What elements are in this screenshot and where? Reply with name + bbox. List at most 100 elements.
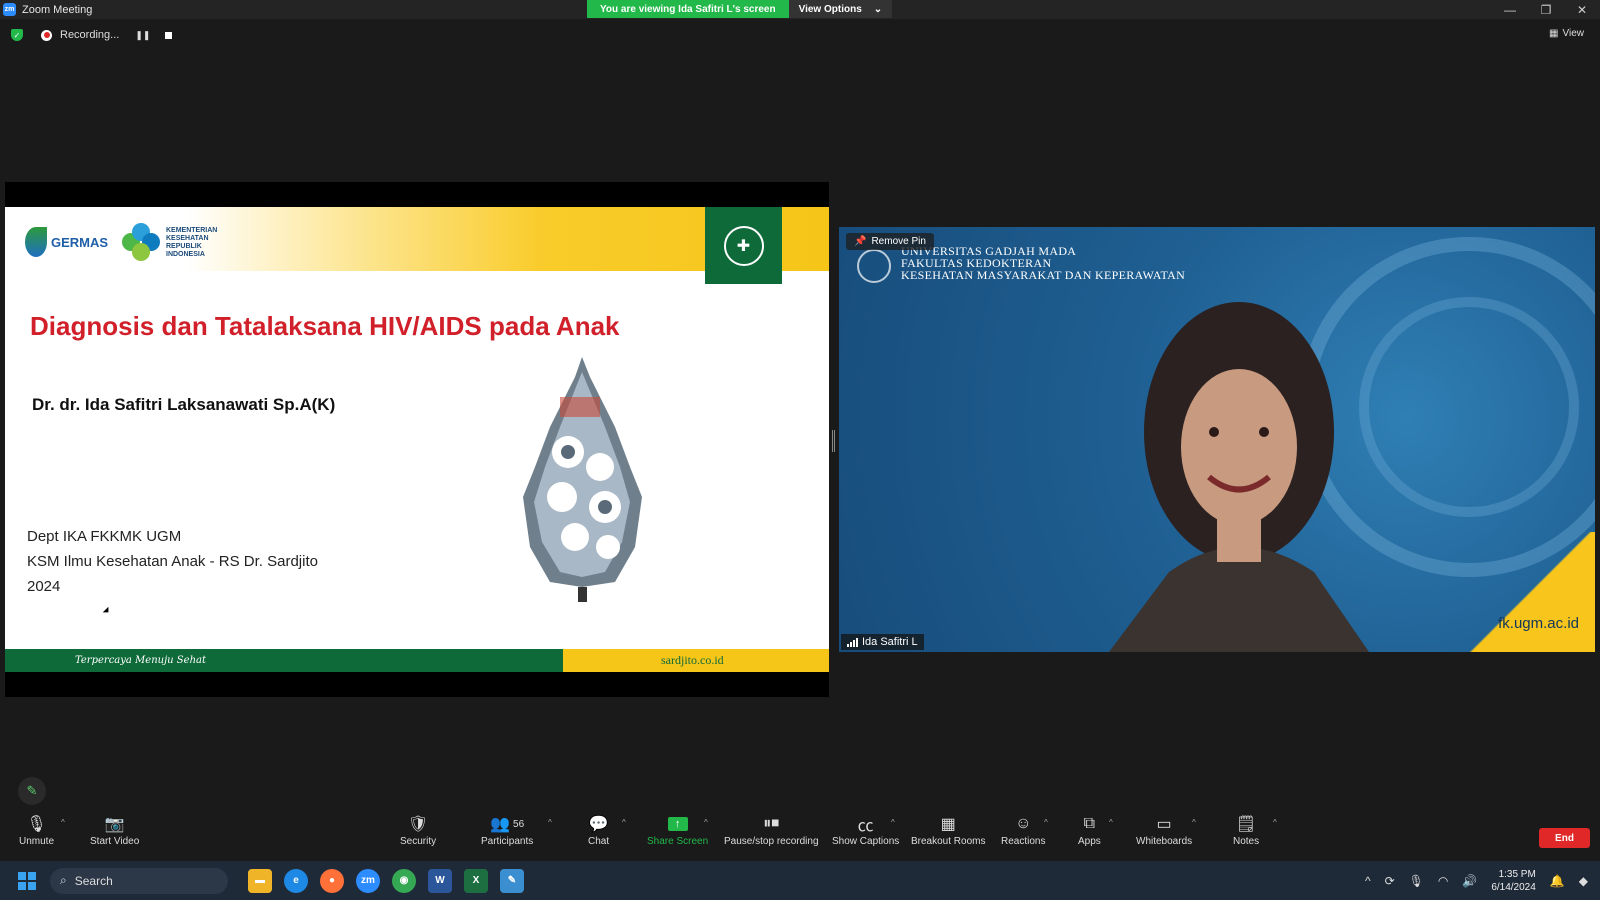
sardjito-logo: ✚ (705, 207, 782, 284)
panel-resize-handle[interactable] (832, 430, 835, 452)
edge-icon[interactable]: e (284, 868, 308, 893)
slide-footer-tagline: Terpercaya Menuju Sehat (5, 649, 563, 672)
paint-icon[interactable]: ✎ (500, 868, 524, 893)
presentation-slide: GERMAS KEMENTERIAN KESEHATAN REPUBLIK IN… (5, 207, 829, 672)
remove-pin-label: Remove Pin (871, 236, 926, 247)
volume-icon[interactable]: 🔊 (1462, 874, 1477, 888)
faculty-website: fk.ugm.ac.id (1498, 615, 1579, 632)
share-screen-button[interactable]: ↑ Share Screen (647, 812, 708, 847)
notification-bell-icon[interactable]: 🔔 (1550, 874, 1565, 888)
microphone-icon[interactable]: 🎙 (1409, 874, 1424, 888)
kemenkes-line: REPUBLIK (166, 243, 202, 250)
view-label: View (1562, 28, 1585, 39)
windows-taskbar: ⌕ Search ▬ e ● zm ◉ W X ✎ ^ ⟳ 🎙 ◠ 🔊 1:35… (0, 861, 1600, 900)
speaker-video-tile[interactable]: UNIVERSITAS GADJAH MADA FAKULTAS KEDOKTE… (839, 227, 1595, 652)
whiteboards-label: Whiteboards (1136, 836, 1193, 847)
window-title: Zoom Meeting (22, 3, 93, 16)
system-tray: ^ ⟳ 🎙 ◠ 🔊 1:35 PM 6/14/2024 🔔 ◆ (1365, 861, 1600, 900)
show-captions-button[interactable]: ㏄ Show Captions (832, 812, 899, 847)
captions-caret-icon[interactable]: ^ (891, 818, 895, 827)
slide-author: Dr. dr. Ida Safitri Laksanawati Sp.A(K) (32, 395, 336, 414)
wifi-icon[interactable]: ◠ (1438, 874, 1448, 888)
participants-label: Participants (481, 836, 534, 847)
reactions-button[interactable]: ☺ Reactions (1001, 812, 1045, 847)
search-placeholder: Search (74, 873, 113, 888)
restore-button[interactable]: ❐ (1528, 0, 1564, 19)
speaker-person-image (1109, 302, 1369, 652)
windows-start-icon[interactable] (18, 871, 36, 890)
slide-footer-site: sardjito.co.id (563, 649, 829, 672)
whiteboard-icon: ▭ (1156, 816, 1172, 833)
viewing-message: You are viewing Ida Safitri L's screen (587, 0, 789, 18)
zoom-logo-icon: zm (3, 3, 16, 16)
whiteboards-caret-icon[interactable]: ^ (1192, 818, 1196, 827)
chrome-icon[interactable]: ◉ (392, 868, 416, 893)
clock[interactable]: 1:35 PM 6/14/2024 (1491, 868, 1536, 894)
stop-recording-icon[interactable] (165, 31, 173, 39)
apps-button[interactable]: ⧉ Apps (1078, 812, 1101, 847)
notes-button[interactable]: 🗒 Notes (1233, 812, 1259, 847)
search-icon: ⌕ (60, 873, 67, 887)
cc-icon: ㏄ (857, 818, 874, 835)
chat-bubble-icon: 💬 (588, 816, 609, 833)
remove-pin-button[interactable]: 📌 Remove Pin (846, 233, 934, 250)
window-controls: — ❐ ✕ (1492, 0, 1600, 19)
breakout-rooms-button[interactable]: ▦ Breakout Rooms (911, 812, 985, 847)
affiliation-line: Dept IKA FKKMK UGM (27, 528, 182, 545)
affiliation-line: KSM Ilmu Kesehatan Anak - RS Dr. Sardjit… (27, 553, 318, 570)
word-icon[interactable]: W (428, 868, 452, 893)
kemenkes-logo: KEMENTERIAN KESEHATAN REPUBLIK INDONESIA (122, 223, 217, 263)
recording-bar: ✓ Recording... ❚❚ (0, 24, 173, 46)
shield-icon: 🛡 (407, 816, 429, 833)
kemenkes-line: KESEHATAN (166, 235, 209, 242)
audio-options-caret-icon[interactable]: ^ (61, 818, 65, 827)
smiley-icon: ☺ (1015, 815, 1032, 832)
participant-name: Ida Safitri L (862, 636, 918, 648)
end-meeting-button[interactable]: End (1539, 828, 1590, 848)
firefox-icon[interactable]: ● (320, 868, 344, 893)
germas-mark-icon (25, 227, 47, 257)
annotate-pencil-icon[interactable]: ✎ (18, 777, 46, 805)
kemenkes-text: KEMENTERIAN KESEHATAN REPUBLIK INDONESIA (166, 227, 217, 259)
shared-screen[interactable]: GERMAS KEMENTERIAN KESEHATAN REPUBLIK IN… (5, 182, 829, 697)
chat-caret-icon[interactable]: ^ (622, 818, 626, 827)
share-screen-label: Share Screen (647, 836, 709, 847)
whiteboards-button[interactable]: ▭ Whiteboards (1136, 812, 1192, 847)
view-button[interactable]: ▦ View (1549, 28, 1584, 39)
pause-recording-icon[interactable]: ❚❚ (135, 30, 150, 41)
encryption-shield-icon[interactable]: ✓ (11, 29, 23, 41)
reactions-caret-icon[interactable]: ^ (1044, 818, 1048, 827)
sync-icon[interactable]: ⟳ (1385, 874, 1395, 888)
show-captions-label: Show Captions (832, 836, 900, 847)
unmute-label: Unmute (19, 836, 55, 847)
notes-caret-icon[interactable]: ^ (1273, 818, 1277, 827)
file-explorer-icon[interactable]: ▬ (248, 868, 272, 893)
close-button[interactable]: ✕ (1564, 0, 1600, 19)
minimize-button[interactable]: — (1492, 0, 1528, 19)
security-button[interactable]: 🛡 Security (400, 812, 436, 847)
pause-stop-recording-button[interactable]: ⏸⏹ Pause/stop recording (724, 812, 819, 847)
recording-label: Recording... (60, 29, 120, 41)
unmute-button[interactable]: 🎙 Unmute (19, 812, 54, 847)
view-options-button[interactable]: View Options ⌄ (788, 0, 893, 18)
share-caret-icon[interactable]: ^ (704, 818, 708, 827)
chat-button[interactable]: 💬 Chat (588, 812, 609, 847)
taskbar-apps: ▬ e ● zm ◉ W X ✎ (248, 868, 524, 893)
participants-caret-icon[interactable]: ^ (548, 818, 552, 827)
apps-caret-icon[interactable]: ^ (1109, 818, 1113, 827)
zoom-icon[interactable]: zm (356, 868, 380, 893)
excel-icon[interactable]: X (464, 868, 488, 893)
start-video-button[interactable]: 📷 Start Video (90, 812, 139, 847)
chevron-down-icon: ⌄ (873, 3, 883, 15)
kemenkes-line: KEMENTERIAN (166, 227, 218, 234)
slide-footer-band: Terpercaya Menuju Sehat sardjito.co.id (5, 649, 829, 672)
participants-button[interactable]: 👥 56 Participants (481, 812, 533, 847)
taskbar-search[interactable]: ⌕ Search (50, 867, 228, 894)
copilot-icon[interactable]: ◆ (1579, 874, 1588, 888)
chevron-up-icon[interactable]: ^ (1365, 874, 1371, 888)
gunungan-wayang-image (523, 357, 642, 602)
start-video-label: Start Video (90, 836, 140, 847)
recording-dot-icon (41, 29, 52, 41)
slide-affiliation: Dept IKA FKKMK UGM KSM Ilmu Kesehatan An… (27, 524, 318, 599)
view-options-label: View Options (798, 3, 862, 15)
